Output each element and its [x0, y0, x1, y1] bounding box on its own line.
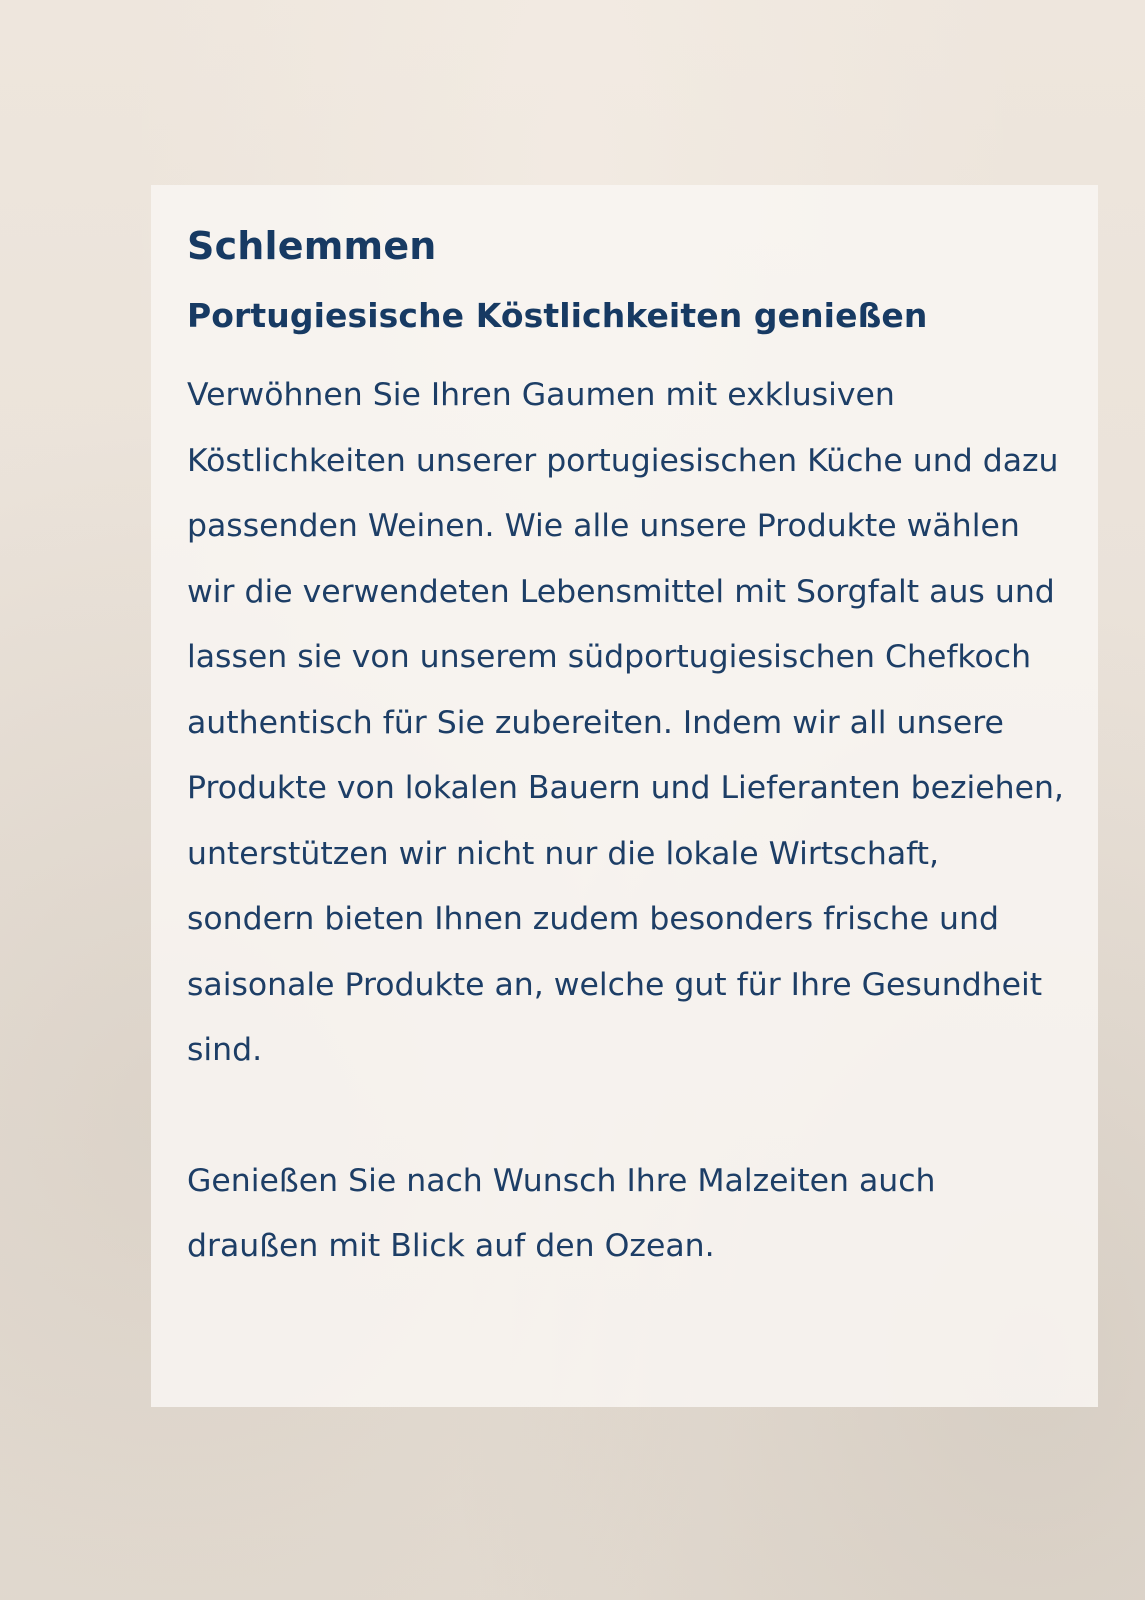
body-text: Verwöhnen Sie Ihren Gaumen mit exklusive…	[187, 363, 1067, 1280]
paragraph-intro: Verwöhnen Sie Ihren Gaumen mit exklusive…	[187, 377, 1064, 1069]
paragraph-outdoor: Genießen Sie nach Wunsch Ihre Malzeiten …	[187, 1162, 936, 1265]
page-subtitle: Portugiesische Köstlichkeiten genießen	[187, 296, 928, 335]
page-background: Schlemmen Portugiesische Köstlichkeiten …	[0, 0, 1145, 1600]
content-card: Schlemmen Portugiesische Köstlichkeiten …	[151, 185, 1098, 1407]
page-title: Schlemmen	[187, 224, 437, 268]
